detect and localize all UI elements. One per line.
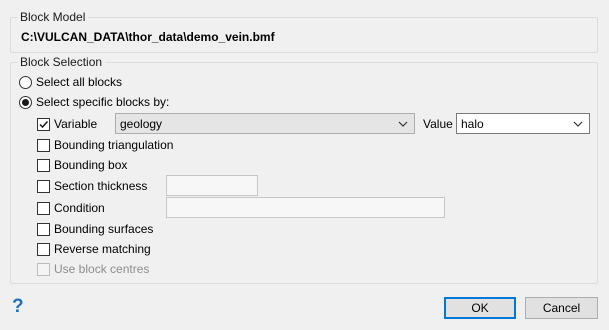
section-thickness-checkbox[interactable]: [37, 179, 50, 193]
block-model-title: Block Model: [17, 10, 89, 24]
block-selection-title: Block Selection: [17, 55, 106, 69]
variable-dropdown[interactable]: geology: [115, 113, 415, 134]
value-dropdown-value: halo: [461, 116, 484, 131]
block-model-path: C:\VULCAN_DATA\thor_data\demo_vein.bmf: [21, 30, 275, 44]
bounding-box-checkbox[interactable]: [37, 158, 50, 172]
help-icon[interactable]: ?: [12, 296, 24, 318]
select-specific-radio[interactable]: [19, 95, 32, 109]
ok-button-label: OK: [471, 301, 489, 315]
variable-checkbox[interactable]: [37, 117, 50, 131]
bounding-triangulation-label: Bounding triangulation: [54, 138, 174, 152]
condition-checkbox[interactable]: [37, 201, 50, 215]
condition-row[interactable]: Condition: [37, 200, 105, 216]
reverse-matching-row[interactable]: Reverse matching: [37, 241, 151, 257]
condition-input[interactable]: [166, 197, 445, 218]
value-dropdown[interactable]: halo: [456, 113, 590, 134]
bounding-box-label: Bounding box: [54, 158, 128, 172]
bounding-surfaces-label: Bounding surfaces: [54, 222, 154, 236]
condition-label: Condition: [54, 201, 105, 215]
value-label: Value: [423, 117, 453, 131]
variable-dropdown-value: geology: [120, 116, 163, 131]
variable-label: Variable: [54, 117, 98, 131]
section-thickness-input[interactable]: [166, 175, 258, 196]
use-block-centres-label: Use block centres: [54, 262, 150, 276]
section-thickness-label: Section thickness: [54, 179, 148, 193]
bounding-triangulation-checkbox[interactable]: [37, 138, 50, 152]
section-thickness-row[interactable]: Section thickness: [37, 178, 147, 194]
select-all-label: Select all blocks: [36, 75, 123, 89]
select-all-radio[interactable]: [19, 75, 32, 89]
chevron-down-icon: [573, 121, 583, 127]
use-block-centres-row: Use block centres: [37, 261, 149, 277]
select-specific-label: Select specific blocks by:: [36, 95, 170, 109]
cancel-button[interactable]: Cancel: [525, 297, 598, 319]
bounding-box-row[interactable]: Bounding box: [37, 157, 127, 173]
select-specific-radio-row[interactable]: Select specific blocks by:: [19, 94, 169, 110]
bounding-triangulation-row[interactable]: Bounding triangulation: [37, 137, 173, 153]
reverse-matching-label: Reverse matching: [54, 242, 151, 256]
select-all-radio-row[interactable]: Select all blocks: [19, 74, 122, 90]
reverse-matching-checkbox[interactable]: [37, 242, 50, 256]
chevron-down-icon: [398, 121, 408, 127]
cancel-button-label: Cancel: [542, 301, 581, 315]
bounding-surfaces-row[interactable]: Bounding surfaces: [37, 221, 153, 237]
bounding-surfaces-checkbox[interactable]: [37, 222, 50, 236]
variable-checkbox-row[interactable]: Variable: [37, 116, 97, 132]
use-block-centres-checkbox: [37, 262, 50, 276]
ok-button[interactable]: OK: [444, 297, 516, 319]
block-model-group: Block Model C:\VULCAN_DATA\thor_data\dem…: [10, 10, 598, 53]
